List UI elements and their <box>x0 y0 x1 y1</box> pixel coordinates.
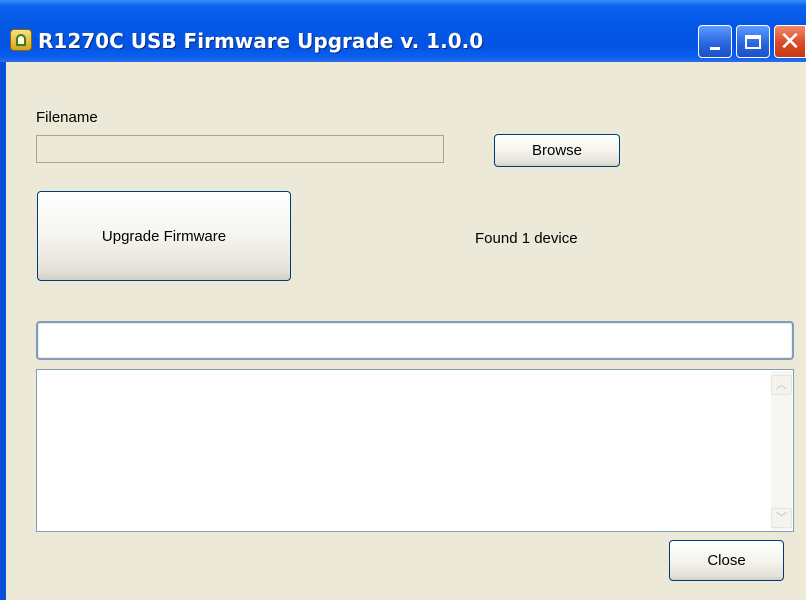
chevron-up-icon: ︿ <box>776 378 787 391</box>
upgrade-firmware-button[interactable]: Upgrade Firmware <box>37 191 291 281</box>
title-bar[interactable]: R1270C USB Firmware Upgrade v. 1.0.0 ✕ <box>0 0 806 62</box>
device-status-text: Found 1 device <box>475 230 578 247</box>
close-button[interactable]: Close <box>669 540 784 581</box>
window-close-button[interactable]: ✕ <box>774 25 806 58</box>
scroll-down-button[interactable]: ﹀ <box>771 508 792 528</box>
maximize-icon <box>745 34 761 49</box>
filename-field[interactable] <box>36 135 444 163</box>
app-window: R1270C USB Firmware Upgrade v. 1.0.0 ✕ F… <box>0 0 806 600</box>
minimize-icon <box>710 47 720 50</box>
browse-button[interactable]: Browse <box>494 134 620 167</box>
chevron-down-icon: ﹀ <box>776 511 787 524</box>
minimize-button[interactable] <box>698 25 732 58</box>
maximize-button[interactable] <box>736 25 770 58</box>
vertical-scrollbar[interactable]: ︿ ﹀ <box>771 371 792 530</box>
window-title: R1270C USB Firmware Upgrade v. 1.0.0 <box>38 29 484 53</box>
close-icon: ✕ <box>779 26 801 57</box>
upgrade-progress-bar <box>36 321 794 360</box>
dialog-body: Filename Browse Upgrade Firmware Found 1… <box>6 62 806 600</box>
log-output-area[interactable]: ︿ ﹀ <box>36 369 794 532</box>
scroll-up-button[interactable]: ︿ <box>771 375 792 395</box>
app-icon[interactable] <box>10 29 32 51</box>
filename-label: Filename <box>36 109 98 126</box>
